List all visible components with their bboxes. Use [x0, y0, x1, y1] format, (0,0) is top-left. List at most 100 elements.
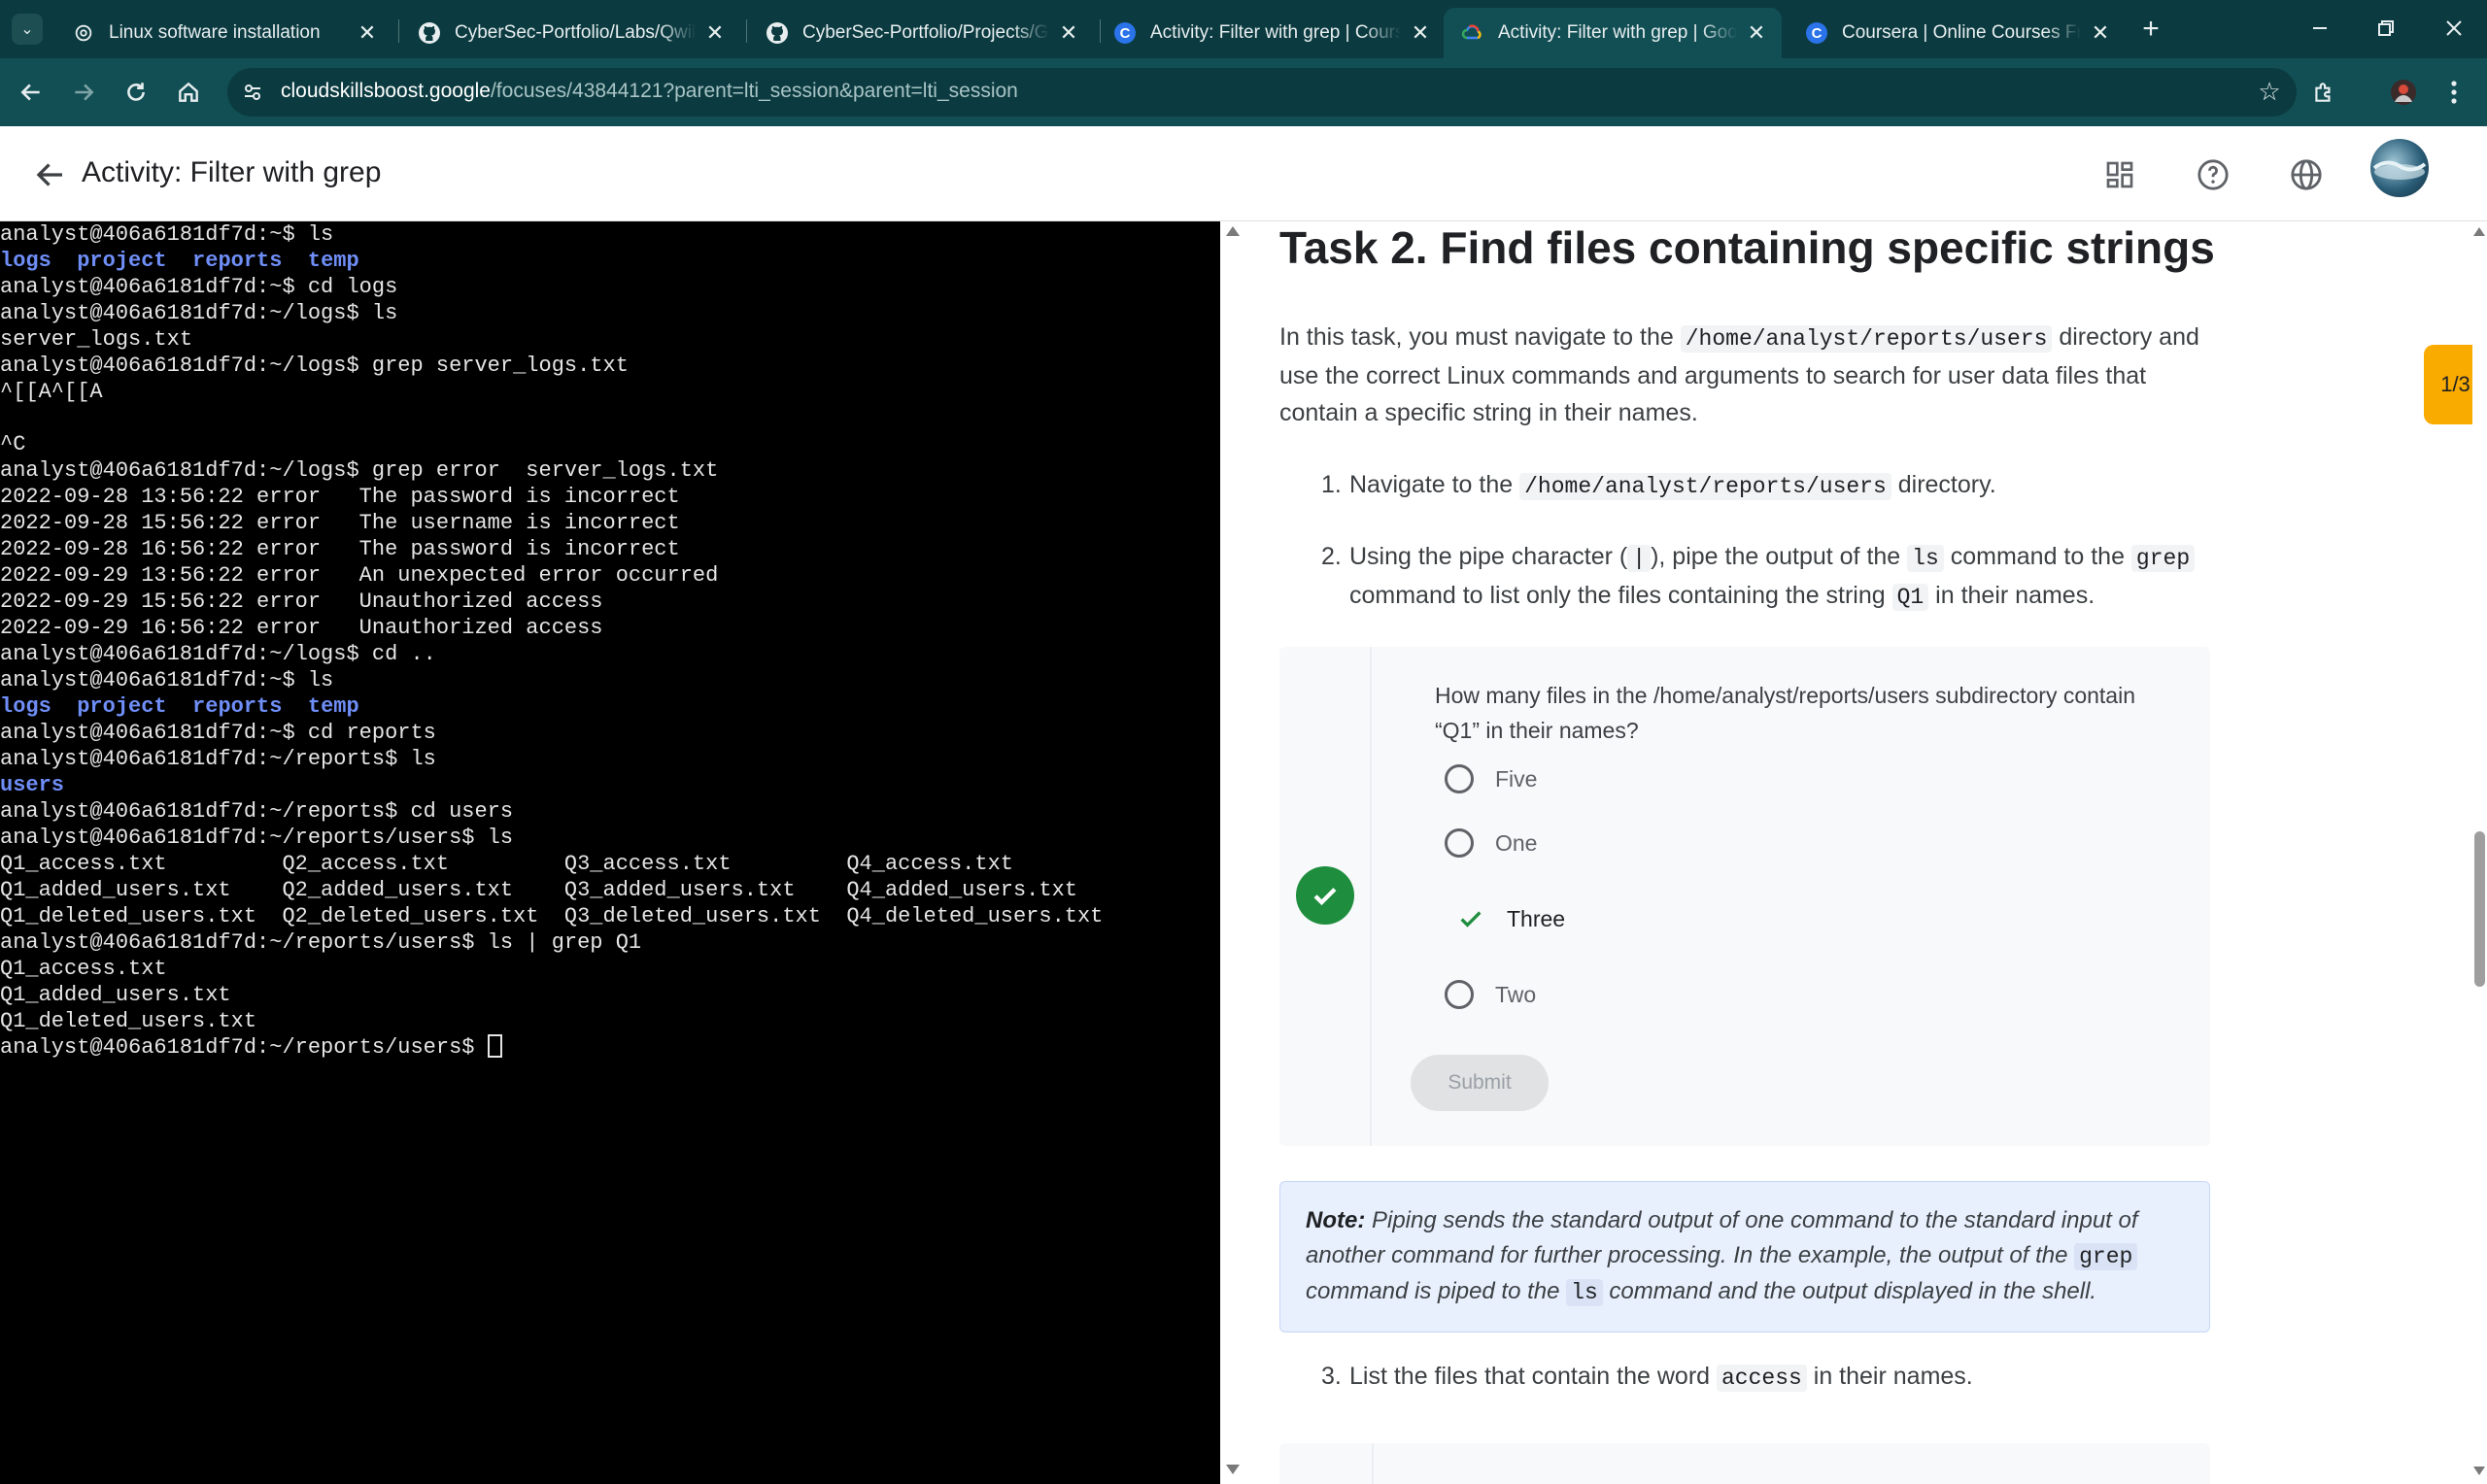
back-arrow-icon[interactable] — [33, 157, 68, 192]
quiz-question: How many files in the /home/analyst/repo… — [1435, 683, 2135, 743]
user-avatar[interactable] — [2370, 139, 2429, 197]
terminal-directory-name: logs — [0, 249, 51, 273]
tab-title: Activity: Filter with grep | Cours — [1150, 22, 1401, 43]
reload-icon[interactable] — [119, 75, 153, 110]
quiz-option[interactable]: Two — [1445, 975, 1536, 1014]
quiz-option[interactable]: Five — [1445, 759, 1537, 798]
terminal-directory-name: reports — [192, 694, 283, 719]
radio-button[interactable] — [1445, 764, 1474, 793]
terminal-line: Q1_access.txt Q2_access.txt Q3_access.tx… — [0, 851, 1103, 877]
terminal-text: analyst@406a6181df7d:~$ cd reports — [0, 721, 436, 745]
option-label: Two — [1495, 981, 1537, 1007]
terminal-line: ^C — [0, 431, 1103, 457]
terminal-cursor — [487, 1034, 502, 1058]
checkmark-icon — [1456, 905, 1485, 932]
language-globe-icon[interactable] — [2287, 155, 2326, 194]
google-cloud-icon — [1461, 21, 1484, 45]
bookmark-star-icon[interactable]: ☆ — [2256, 78, 2283, 105]
tab-title: Linux software installation — [109, 22, 321, 43]
terminal-line: analyst@406a6181df7d:~/logs$ ls — [0, 300, 1103, 326]
quiz-status-column — [1279, 647, 1372, 1146]
terminal-line: 2022-09-29 15:56:22 error Unauthorized a… — [0, 589, 1103, 615]
tab-search-chevron-icon[interactable]: ⌄ — [12, 14, 43, 45]
quiz-option[interactable]: One — [1445, 824, 1537, 862]
instructions-panel: Task 2. Find files containing specific s… — [1244, 221, 2472, 1484]
scrollbar-thumb[interactable] — [2474, 831, 2485, 987]
close-icon[interactable]: ✕ — [1745, 20, 1768, 45]
dashboard-icon[interactable] — [2100, 155, 2139, 194]
terminal-line: Q1_added_users.txt — [0, 982, 1103, 1008]
terminal-line: users — [0, 772, 1103, 798]
terminal-line: analyst@406a6181df7d:~/logs$ cd .. — [0, 641, 1103, 667]
coursera-icon: C — [1113, 21, 1137, 45]
terminal-line: analyst@406a6181df7d:~$ ls — [0, 667, 1103, 693]
address-bar[interactable]: cloudskillsboost.google/focuses/43844121… — [227, 68, 2297, 117]
terminal-text: Q1_deleted_users.txt — [0, 1009, 257, 1033]
pane-scroll-up-icon[interactable] — [1226, 226, 1240, 236]
browser-tab[interactable]: C Coursera | Online Courses From ✕ — [1788, 8, 2126, 58]
terminal-text: Q1_added_users.txt — [0, 983, 231, 1007]
pane-scroll-down-icon[interactable] — [1226, 1465, 1240, 1474]
close-icon[interactable]: ✕ — [1057, 20, 1080, 45]
terminal-line: Q1_deleted_users.txt — [0, 1008, 1103, 1034]
browser-tab[interactable]: CyberSec-Portfolio/Projects/Go ✕ — [748, 8, 1094, 58]
quiz-card: How many files in the /home/analyst/repo… — [1279, 647, 2210, 1146]
scroll-down-icon[interactable] — [2473, 1467, 2485, 1475]
home-icon[interactable] — [171, 75, 206, 110]
terminal-text: analyst@406a6181df7d:~/reports/users$ ls — [0, 826, 514, 850]
note-callout: Note: Piping sends the standard output o… — [1279, 1181, 2210, 1332]
radio-button[interactable] — [1445, 980, 1474, 1009]
terminal-text: analyst@406a6181df7d:~/logs$ cd .. — [0, 642, 436, 666]
close-icon[interactable]: ✕ — [1409, 20, 1432, 45]
option-label: One — [1495, 829, 1538, 856]
task-title: Task 2. Find files containing specific s… — [1279, 222, 2215, 273]
close-icon[interactable]: ✕ — [356, 20, 379, 45]
browser-tab[interactable]: Linux software installation ✕ — [54, 8, 392, 58]
note-label: Note: — [1306, 1207, 1366, 1233]
terminal-line: 2022-09-28 16:56:22 error The password i… — [0, 536, 1103, 562]
site-info-icon[interactable] — [241, 81, 264, 104]
panel-scrollbar[interactable] — [2472, 221, 2487, 1484]
window-close-icon[interactable] — [2423, 0, 2485, 56]
lab-header: Activity: Filter with grep — [0, 126, 2487, 221]
browser-toolbar: cloudskillsboost.google/focuses/43844121… — [0, 58, 2487, 126]
task-intro: In this task, you must navigate to the /… — [1279, 323, 2199, 426]
option-label: Three — [1507, 905, 1566, 931]
help-icon[interactable] — [2194, 155, 2232, 194]
radio-button[interactable] — [1445, 828, 1474, 858]
close-icon[interactable]: ✕ — [2089, 20, 2112, 45]
terminal-text: analyst@406a6181df7d:~/logs$ ls — [0, 301, 398, 325]
browser-tab[interactable]: CyberSec-Portfolio/Labs/Qwikla ✕ — [400, 8, 740, 58]
url-path: /focuses/43844121?parent=lti_session&par… — [490, 80, 1018, 102]
browser-tab-active[interactable]: Activity: Filter with grep | Googl ✕ — [1444, 8, 1782, 58]
browser-tab[interactable]: C Activity: Filter with grep | Cours ✕ — [1096, 8, 1446, 58]
terminal-line: ^[[A^[[A — [0, 379, 1103, 405]
scroll-up-icon[interactable] — [2473, 227, 2485, 236]
profile-avatar-small[interactable] — [2386, 75, 2421, 110]
terminal-line: logs project reports temp — [0, 248, 1103, 274]
extensions-icon[interactable] — [2306, 75, 2341, 110]
submit-button[interactable]: Submit — [1411, 1055, 1549, 1111]
restore-icon[interactable] — [2355, 0, 2417, 56]
terminal-text: 2022-09-28 16:56:22 error The password i… — [0, 537, 680, 561]
openai-icon — [72, 21, 95, 45]
url-text[interactable]: cloudskillsboost.google/focuses/43844121… — [281, 80, 1018, 103]
quiz-option-correct[interactable]: Three — [1445, 899, 1565, 938]
back-icon[interactable] — [14, 75, 49, 110]
terminal-directory-name: project — [77, 249, 167, 273]
step-3-text: List the files that contain the word acc… — [1349, 1363, 1973, 1392]
forward-icon[interactable] — [66, 75, 101, 110]
close-icon[interactable]: ✕ — [703, 20, 727, 45]
terminal-line: 2022-09-29 16:56:22 error Unauthorized a… — [0, 615, 1103, 641]
tab-title: CyberSec-Portfolio/Labs/Qwikla — [455, 22, 696, 43]
terminal-pane[interactable]: analyst@406a6181df7d:~$ ls logs project r… — [0, 221, 1220, 1484]
url-host: cloudskillsboost.google — [281, 80, 491, 102]
minimize-icon[interactable] — [2289, 0, 2351, 56]
split-divider[interactable] — [1220, 221, 1244, 1484]
terminal-text: analyst@406a6181df7d:~$ cd logs — [0, 275, 398, 299]
browser-menu-icon[interactable] — [2436, 75, 2471, 110]
terminal-text: 2022-09-28 15:56:22 error The username i… — [0, 511, 680, 535]
new-tab-plus-icon[interactable]: + — [2135, 13, 2166, 45]
